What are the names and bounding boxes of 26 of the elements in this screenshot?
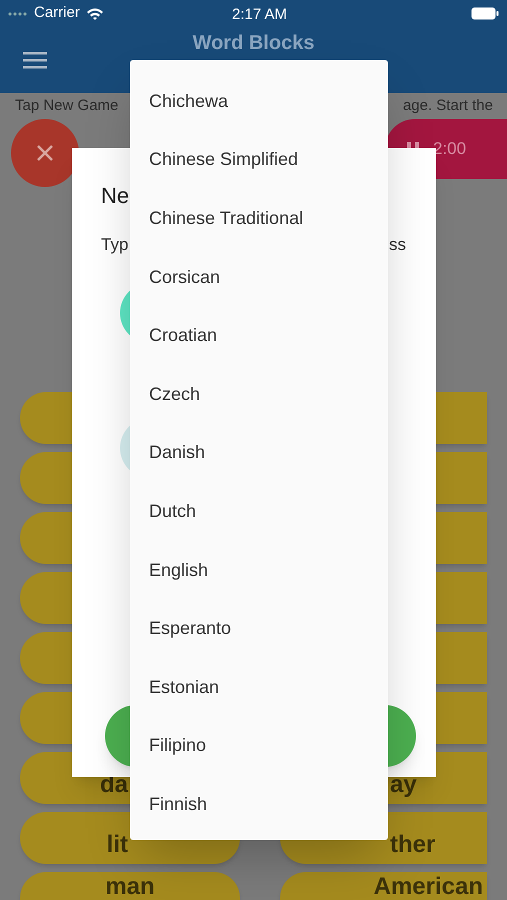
instruction-text: Tap New Game — [15, 96, 118, 116]
wifi-icon — [86, 6, 104, 20]
dialog-title: Ne — [101, 182, 130, 210]
menu-item[interactable]: Esperanto — [130, 599, 388, 658]
close-icon — [36, 144, 54, 162]
menu-item[interactable]: Corsican — [130, 248, 388, 306]
menu-item[interactable]: Danish — [130, 424, 388, 482]
dialog-text: ss — [389, 234, 406, 256]
menu-item[interactable]: Chinese Traditional — [130, 189, 388, 248]
battery-icon — [471, 7, 499, 20]
word-block[interactable]: man — [20, 872, 240, 900]
instruction-text: age. Start the — [402, 96, 493, 116]
clock-time: 2:17 AM — [232, 5, 288, 25]
menu-item[interactable]: Dutch — [130, 482, 388, 541]
app-title: Word Blocks — [192, 33, 316, 53]
menu-item[interactable]: Czech — [130, 364, 388, 424]
menu-item[interactable]: Chinese Simplified — [130, 130, 388, 190]
menu-item[interactable]: Estonian — [130, 658, 388, 717]
word-block[interactable]: American — [280, 872, 487, 900]
menu-item[interactable]: Filipino — [130, 716, 388, 776]
menu-item[interactable]: Croatian — [130, 306, 388, 365]
carrier-name: Carrier — [34, 3, 80, 24]
dialog-text: Typ — [101, 234, 128, 256]
menu-item[interactable]: English — [130, 540, 388, 600]
menu-item[interactable]: Chichewa — [130, 72, 388, 131]
menu-icon[interactable] — [23, 51, 47, 69]
